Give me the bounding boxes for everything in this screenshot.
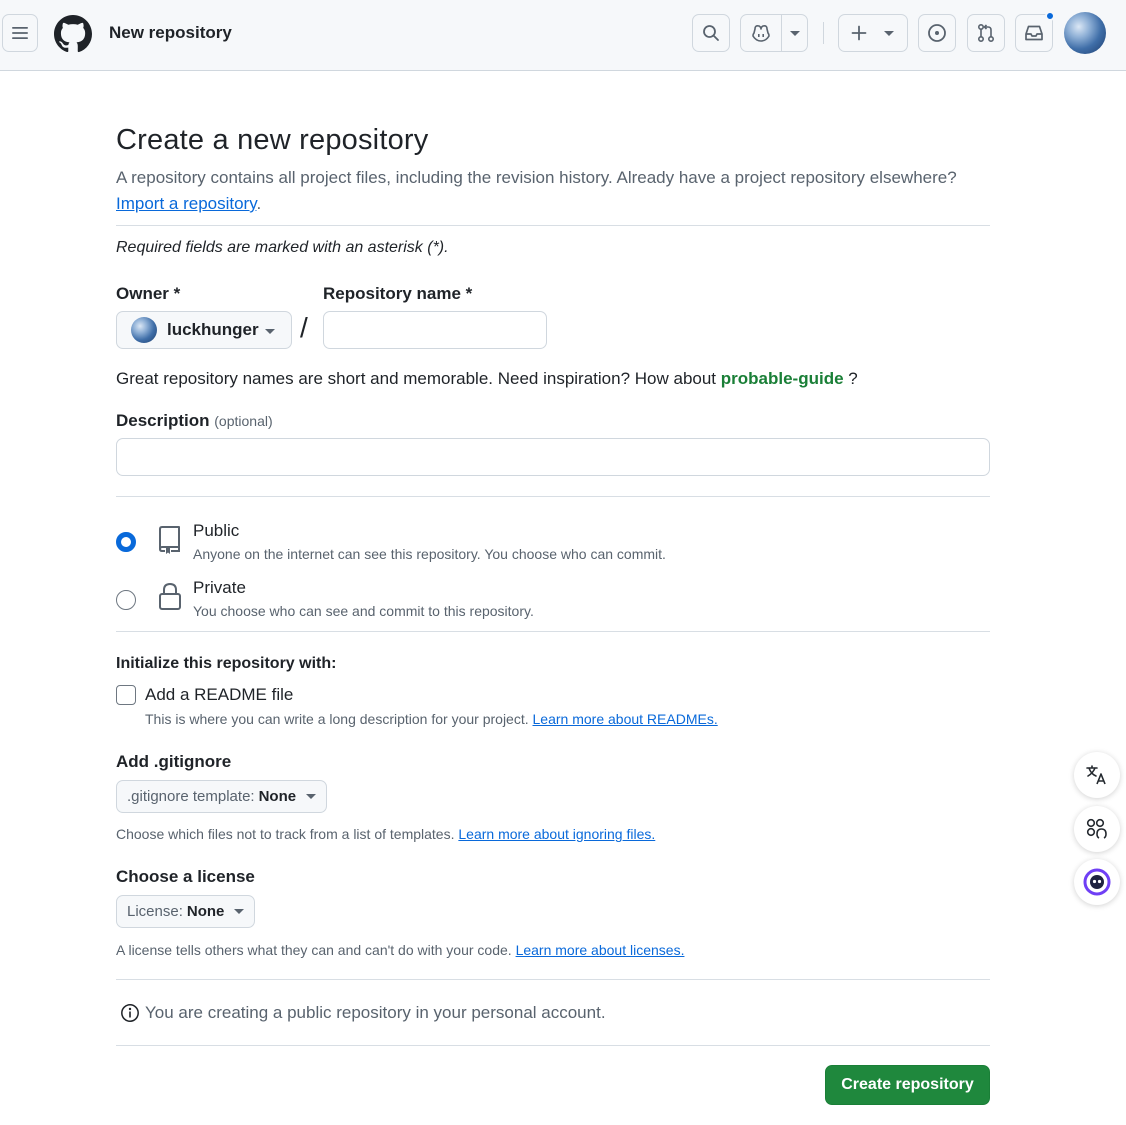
required-fields-note: Required fields are marked with an aster… — [116, 239, 449, 256]
copilot-button[interactable] — [740, 14, 808, 52]
repository-name-input[interactable] — [323, 311, 547, 349]
gitignore-select-value: None — [258, 788, 297, 805]
issues-button[interactable] — [918, 14, 956, 52]
license-heading: Choose a license — [116, 867, 255, 886]
chevron-down-icon — [306, 794, 317, 799]
license-select-value: None — [186, 903, 225, 920]
info-icon — [121, 1004, 139, 1022]
search-icon — [703, 25, 719, 41]
repo-icon — [159, 526, 180, 554]
license-select-prefix: License: — [127, 903, 183, 920]
chevron-down-icon — [884, 31, 894, 36]
pull-request-icon — [977, 23, 995, 43]
hint-text: Great repository names are short and mem… — [116, 369, 717, 388]
page-subtitle: A repository contains all project files,… — [116, 168, 957, 214]
owner-avatar — [131, 317, 157, 343]
hamburger-icon — [12, 27, 28, 39]
menu-button[interactable] — [2, 14, 38, 52]
license-description: A license tells others what they can and… — [116, 942, 684, 958]
gitignore-select[interactable]: .gitignore template: None — [116, 780, 328, 813]
private-title: Private — [193, 578, 246, 597]
translate-icon — [1086, 765, 1106, 785]
divider — [116, 1045, 990, 1046]
create-repository-button[interactable]: Create repository — [825, 1065, 990, 1105]
translate-button[interactable] — [1074, 752, 1120, 798]
search-button[interactable] — [692, 14, 730, 52]
header-divider — [823, 22, 824, 44]
app-header: New repository — [0, 0, 1126, 71]
public-description: Anyone on the internet can see this repo… — [193, 546, 666, 562]
license-desc-text: A license tells others what they can and… — [116, 942, 512, 958]
lock-icon — [159, 582, 181, 610]
pull-requests-button[interactable] — [967, 14, 1005, 52]
readme-description: This is where you can write a long descr… — [145, 711, 718, 727]
plus-icon — [851, 25, 867, 41]
optional-tag: (optional) — [214, 413, 273, 429]
divider — [116, 979, 990, 980]
description-label-text: Description — [116, 411, 210, 430]
owner-repo-separator: / — [300, 312, 308, 343]
chevron-down-icon — [234, 909, 245, 914]
import-repository-link[interactable]: Import a repository — [116, 194, 256, 213]
page-title: Create a new repository — [116, 124, 429, 156]
gitignore-description: Choose which files not to track from a l… — [116, 826, 655, 842]
learn-licenses-link[interactable]: Learn more about licenses. — [516, 942, 685, 958]
public-title: Public — [193, 521, 240, 540]
apps-icon — [1086, 818, 1107, 839]
issue-icon — [928, 24, 946, 42]
github-logo-icon[interactable] — [54, 15, 92, 53]
readme-desc-text: This is where you can write a long descr… — [145, 711, 529, 727]
subtitle-text: A repository contains all project files,… — [116, 168, 957, 187]
owner-select[interactable]: luckhunger — [116, 311, 292, 349]
license-select[interactable]: License: None — [116, 895, 256, 928]
gitignore-select-prefix: .gitignore template: — [127, 788, 255, 805]
apps-button[interactable] — [1074, 806, 1120, 852]
gitignore-heading: Add .gitignore — [116, 752, 232, 771]
owner-label: Owner * — [116, 284, 181, 303]
context-title[interactable]: New repository — [109, 23, 232, 43]
gitignore-desc-text: Choose which files not to track from a l… — [116, 826, 455, 842]
private-description: You choose who can see and commit to thi… — [193, 603, 534, 619]
assistant-button[interactable] — [1074, 859, 1120, 905]
repository-name-label: Repository name * — [323, 284, 473, 303]
inbox-icon — [1025, 25, 1043, 41]
assistant-icon — [1083, 868, 1111, 896]
readme-label[interactable]: Add a README file — [145, 685, 293, 705]
hint-suffix: ? — [848, 369, 858, 388]
name-suggestion[interactable]: probable-guide — [721, 369, 844, 388]
chevron-down-icon — [265, 329, 275, 334]
private-radio[interactable] — [116, 590, 136, 610]
description-input[interactable] — [116, 438, 990, 476]
initialize-heading: Initialize this repository with: — [116, 655, 337, 672]
divider — [116, 496, 990, 497]
notification-indicator — [1045, 11, 1055, 21]
owner-name: luckhunger — [167, 320, 259, 339]
import-suffix: . — [256, 194, 262, 213]
learn-ignoring-files-link[interactable]: Learn more about ignoring files. — [458, 826, 655, 842]
copilot-icon — [752, 25, 770, 42]
readme-checkbox[interactable] — [116, 685, 136, 705]
learn-readmes-link[interactable]: Learn more about READMEs. — [533, 711, 718, 727]
repository-name-hint: Great repository names are short and mem… — [116, 369, 858, 389]
create-new-button[interactable] — [838, 14, 908, 52]
info-message: You are creating a public repository in … — [120, 1003, 606, 1023]
divider — [116, 631, 990, 632]
description-label: Description (optional) — [116, 411, 273, 431]
user-avatar[interactable] — [1064, 12, 1106, 54]
public-radio[interactable] — [116, 532, 136, 552]
info-text: You are creating a public repository in … — [145, 1003, 606, 1022]
divider — [116, 225, 990, 226]
chevron-down-icon — [790, 31, 800, 36]
